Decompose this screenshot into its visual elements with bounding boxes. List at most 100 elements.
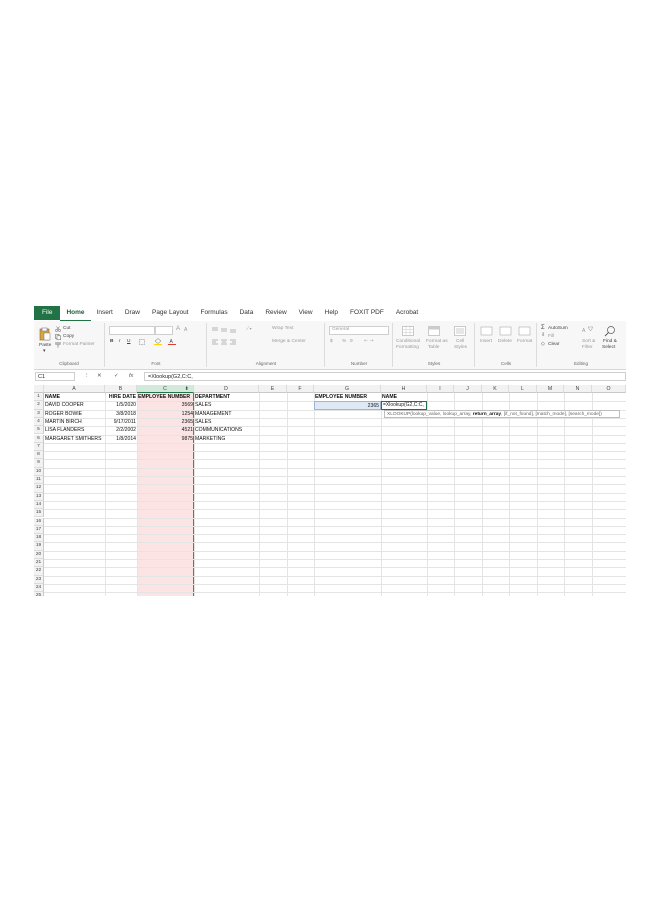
sort-filter-button[interactable]: Sort &: [582, 339, 595, 344]
cell-styles-label-2[interactable]: Styles: [454, 345, 467, 350]
copy-button[interactable]: Copy: [63, 334, 74, 339]
enter-icon[interactable]: ✓: [114, 372, 119, 381]
format-cells-button[interactable]: Format: [517, 339, 532, 344]
cell-d4[interactable]: SALES: [194, 418, 212, 426]
conditional-formatting-label-2[interactable]: Formatting: [396, 345, 419, 350]
cell-c6[interactable]: 9875: [137, 435, 194, 443]
tab-formulas[interactable]: Formulas: [195, 306, 234, 320]
insert-cells-button[interactable]: Insert: [480, 339, 492, 344]
vertical-align-icons[interactable]: [212, 327, 242, 333]
conditional-formatting-button[interactable]: Conditional: [396, 339, 420, 344]
paste-dropdown-icon[interactable]: ▾: [43, 349, 45, 354]
column-header-k[interactable]: K: [482, 385, 509, 393]
fill-button[interactable]: Fill: [548, 334, 554, 339]
format-painter-button[interactable]: Format Painter: [63, 342, 95, 347]
row-header-14[interactable]: 14: [34, 500, 44, 510]
column-header-l[interactable]: L: [509, 385, 537, 393]
format-painter-icon[interactable]: [55, 342, 61, 348]
row-header-23[interactable]: 23: [34, 575, 44, 584]
cell-h1[interactable]: NAME: [381, 393, 398, 401]
autosum-icon[interactable]: Σ: [541, 325, 545, 331]
row-header-1[interactable]: 1: [34, 393, 44, 402]
cell-a4[interactable]: MARTIN BIRCH: [44, 418, 83, 426]
row-header-21[interactable]: 21: [34, 559, 44, 568]
column-header-j[interactable]: J: [454, 385, 482, 393]
column-header-c[interactable]: C ⬍: [137, 385, 194, 393]
row-header-8[interactable]: 8: [34, 451, 44, 460]
cell-g1[interactable]: EMPLOYEE NUMBER: [314, 393, 368, 401]
column-header-g[interactable]: G: [314, 385, 381, 393]
column-header-m[interactable]: M: [537, 385, 564, 393]
horizontal-align-icons[interactable]: [212, 339, 252, 345]
tab-home[interactable]: Home: [60, 306, 91, 321]
tab-help[interactable]: Help: [319, 306, 344, 320]
tab-acrobat[interactable]: Acrobat: [390, 306, 424, 320]
underline-button[interactable]: U: [127, 339, 130, 344]
tab-data[interactable]: Data: [234, 306, 260, 320]
cell-d1[interactable]: DEPARTMENT: [194, 393, 231, 401]
row-header-16[interactable]: 16: [34, 517, 44, 526]
cell-c5[interactable]: 4521: [137, 426, 194, 434]
column-header-i[interactable]: I: [427, 385, 454, 393]
row-header-19[interactable]: 19: [34, 542, 44, 551]
column-header-a[interactable]: A: [44, 385, 105, 393]
percent-format-button[interactable]: %: [342, 339, 346, 344]
font-size-select[interactable]: [155, 326, 173, 335]
namebox-menu-icon[interactable]: ⋮: [84, 372, 90, 381]
borders-icon[interactable]: [139, 339, 147, 345]
comma-format-button[interactable]: 9: [350, 339, 353, 344]
tab-foxit-pdf[interactable]: FOXIT PDF: [344, 306, 390, 320]
cell-c2[interactable]: 3569: [137, 401, 194, 409]
tab-file[interactable]: File: [34, 306, 61, 320]
cell-a2[interactable]: DAVID COOPER: [44, 401, 85, 409]
autosum-button[interactable]: AutoSum: [548, 326, 568, 331]
italic-button[interactable]: I: [119, 339, 120, 344]
row-header-13[interactable]: 13: [34, 492, 44, 501]
column-header-b[interactable]: B: [105, 385, 137, 393]
cell-h2-editing[interactable]: =Xlookup(G2,C:C,: [381, 401, 427, 410]
clear-button[interactable]: Clear: [548, 342, 559, 347]
find-select-icon[interactable]: [604, 325, 616, 337]
fill-color-icon[interactable]: [154, 338, 162, 345]
cell-a3[interactable]: ROGER BOWIE: [44, 410, 83, 418]
cell-c1[interactable]: EMPLOYEE NUMBER: [137, 393, 191, 401]
delete-cells-button[interactable]: Delete: [498, 339, 512, 344]
row-header-15[interactable]: 15: [34, 509, 44, 518]
cut-button[interactable]: Cut: [63, 326, 70, 331]
cell-b4[interactable]: 9/17/2011: [105, 418, 137, 426]
row-header-22[interactable]: 22: [34, 567, 44, 576]
column-header-o[interactable]: O: [592, 385, 626, 393]
cell-b2[interactable]: 1/5/2020: [105, 401, 137, 409]
row-header-7[interactable]: 7: [34, 442, 44, 452]
cell-b6[interactable]: 1/8/2014: [105, 435, 137, 443]
decimal-buttons[interactable]: ⇠ ⇢: [364, 339, 373, 344]
cell-styles-icon[interactable]: [454, 326, 466, 336]
cell-d6[interactable]: MARKETING: [194, 435, 226, 443]
cell-b3[interactable]: 3/8/2018: [105, 410, 137, 418]
tab-view[interactable]: View: [293, 306, 319, 320]
fill-icon[interactable]: ⬇: [541, 333, 545, 338]
decrease-font-size-button[interactable]: A: [184, 327, 187, 333]
cells-icons[interactable]: [480, 326, 532, 336]
cell-d5[interactable]: COMMUNICATIONS: [194, 426, 243, 434]
insert-function-icon[interactable]: fx: [129, 372, 133, 381]
font-name-select[interactable]: [109, 326, 155, 335]
row-header-17[interactable]: 17: [34, 525, 44, 535]
formula-input[interactable]: =Xlookup(G2,C:C,: [144, 372, 626, 381]
find-select-label-2[interactable]: Select: [602, 345, 615, 350]
row-header-9[interactable]: 9: [34, 459, 44, 468]
paste-icon[interactable]: [39, 327, 51, 341]
column-header-h[interactable]: H: [381, 385, 427, 393]
number-format-select[interactable]: General: [329, 326, 389, 335]
row-header-12[interactable]: 12: [34, 484, 44, 493]
cell-styles-button[interactable]: Cell: [456, 339, 464, 344]
row-header-11[interactable]: 11: [34, 476, 44, 485]
row-header-3[interactable]: 3: [34, 409, 44, 418]
name-box[interactable]: C1: [35, 372, 75, 381]
bold-button[interactable]: B: [110, 339, 113, 344]
wrap-text-button[interactable]: Wrap Text: [272, 326, 293, 331]
cell-d3[interactable]: MANAGEMENT: [194, 410, 233, 418]
increase-font-size-button[interactable]: A: [176, 326, 180, 332]
copy-icon[interactable]: [55, 334, 61, 340]
paste-label[interactable]: Paste: [39, 343, 51, 348]
